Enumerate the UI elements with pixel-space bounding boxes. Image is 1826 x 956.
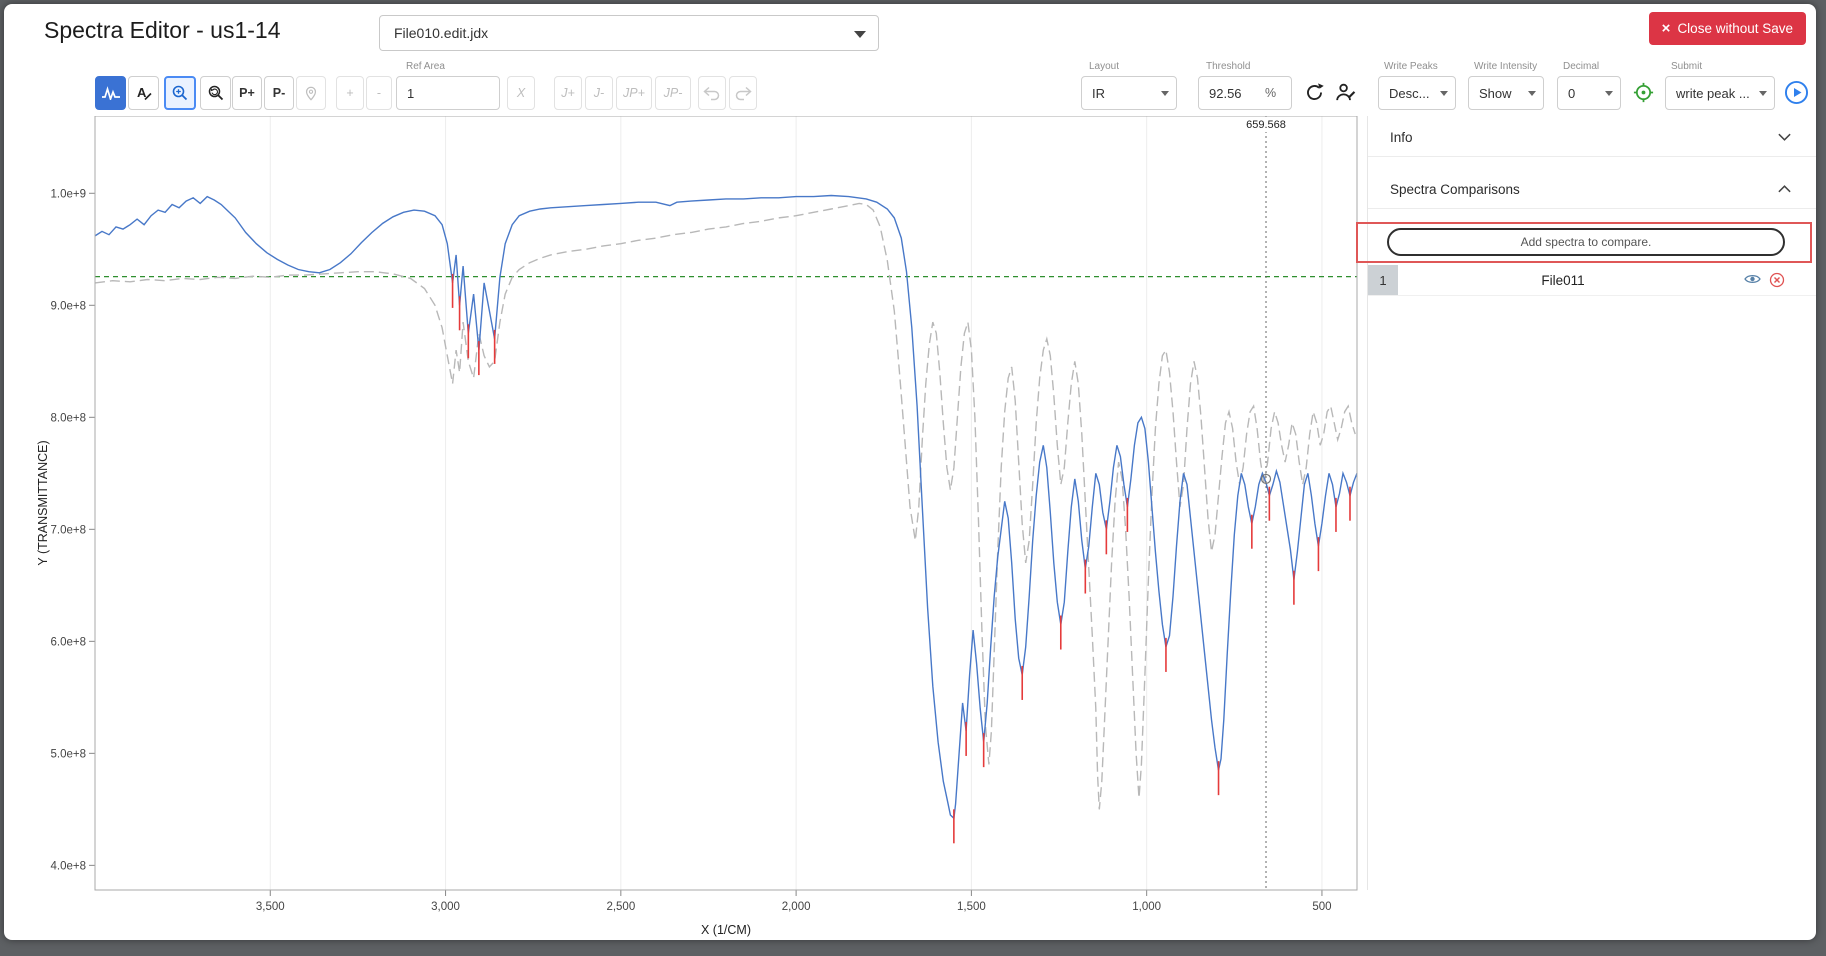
magnifier-reset-icon xyxy=(207,84,225,102)
threshold-label: Threshold xyxy=(1204,61,1252,72)
spectra-editor-window: Spectra Editor - us1-14 File010.edit.jdx… xyxy=(4,4,1816,940)
j-add-button[interactable]: J+ xyxy=(554,76,582,110)
eye-icon xyxy=(1743,272,1762,286)
add-spectra-to-compare-button[interactable]: Add spectra to compare. xyxy=(1387,228,1785,256)
peak-remove-button[interactable]: P- xyxy=(264,76,294,110)
increase-ref-button[interactable]: + xyxy=(336,76,364,110)
remove-comparison-button[interactable] xyxy=(1769,272,1785,291)
undo-icon xyxy=(702,86,722,101)
zoom-tool-button[interactable] xyxy=(164,76,196,110)
write-peaks-select[interactable]: Desc... xyxy=(1378,76,1456,110)
comparison-row-index: 1 xyxy=(1368,265,1398,295)
chevron-down-icon xyxy=(854,31,866,38)
decrease-ref-button[interactable]: - xyxy=(366,76,392,110)
a-pencil-icon: A xyxy=(135,84,153,102)
spectra-chart[interactable]: 3,500 3,000 2,500 2,000 1,500 1,000 500 1.0e+9 9… xyxy=(35,116,1365,940)
refresh-threshold-button[interactable] xyxy=(1304,82,1325,106)
x-function-button[interactable]: X xyxy=(507,76,535,110)
svg-text:5.0e+8: 5.0e+8 xyxy=(51,748,87,760)
user-edit-button[interactable] xyxy=(1334,81,1357,107)
threshold-percent-suffix: % xyxy=(1265,86,1276,100)
decimal-select[interactable]: 0 xyxy=(1557,76,1621,110)
threshold-target-button[interactable] xyxy=(1632,81,1655,107)
chevron-down-icon xyxy=(1759,91,1767,96)
threshold-field: % xyxy=(1198,76,1292,110)
jp-add-button[interactable]: JP+ xyxy=(616,76,652,110)
pin-tool-button[interactable] xyxy=(296,76,326,110)
submit-value: write peak ... xyxy=(1676,86,1750,101)
location-pin-icon xyxy=(303,85,319,102)
jp-remove-button[interactable]: JP- xyxy=(655,76,691,110)
green-crosshair-icon xyxy=(1632,81,1655,104)
chevron-down-icon xyxy=(1161,91,1169,96)
chevron-down-icon xyxy=(1440,91,1448,96)
svg-text:2,000: 2,000 xyxy=(782,901,811,913)
svg-text:1.0e+9: 1.0e+9 xyxy=(51,188,87,200)
file-selector-value: File010.edit.jdx xyxy=(394,25,488,41)
write-peaks-label: Write Peaks xyxy=(1382,61,1440,72)
zoom-reset-button[interactable] xyxy=(200,76,231,110)
layout-select[interactable]: IR xyxy=(1081,76,1177,110)
close-without-save-button[interactable]: × Close without Save xyxy=(1649,12,1806,45)
user-pencil-icon xyxy=(1334,81,1357,104)
spectrum-display-tool-button[interactable] xyxy=(95,76,126,110)
line-chart-icon xyxy=(101,86,121,100)
j-remove-button[interactable]: J- xyxy=(585,76,613,110)
chevron-down-icon xyxy=(1528,91,1536,96)
svg-text:6.0e+8: 6.0e+8 xyxy=(51,636,87,648)
panel-divider xyxy=(1367,116,1368,890)
submit-select[interactable]: write peak ... xyxy=(1665,76,1775,110)
play-circle-icon xyxy=(1784,80,1809,105)
ref-area-label: Ref Area xyxy=(404,61,447,72)
svg-text:1,500: 1,500 xyxy=(957,901,986,913)
comparison-row-name: File011 xyxy=(1398,265,1728,295)
svg-text:3,000: 3,000 xyxy=(431,901,460,913)
x-circle-icon xyxy=(1769,272,1785,288)
layout-select-value: IR xyxy=(1092,86,1105,101)
write-intensity-value: Show xyxy=(1479,86,1512,101)
undo-button[interactable] xyxy=(698,76,726,110)
chevron-down-icon xyxy=(1605,91,1613,96)
write-peaks-value: Desc... xyxy=(1389,86,1429,101)
decimal-label: Decimal xyxy=(1561,61,1601,72)
chevron-up-icon xyxy=(1777,184,1792,194)
file-selector[interactable]: File010.edit.jdx xyxy=(379,15,879,51)
svg-text:8.0e+8: 8.0e+8 xyxy=(51,412,87,424)
svg-text:500: 500 xyxy=(1312,901,1331,913)
comparison-row: 1 File011 xyxy=(1368,265,1816,296)
refresh-icon xyxy=(1304,82,1325,103)
svg-text:659.568: 659.568 xyxy=(1246,119,1286,131)
submit-label: Submit xyxy=(1669,61,1704,72)
write-intensity-select[interactable]: Show xyxy=(1468,76,1544,110)
svg-text:3,500: 3,500 xyxy=(256,901,285,913)
svg-text:4.0e+8: 4.0e+8 xyxy=(51,860,87,872)
auto-peak-picking-tool-button[interactable]: A xyxy=(128,76,159,110)
svg-text:1,000: 1,000 xyxy=(1132,901,1161,913)
svg-text:X (1/CM): X (1/CM) xyxy=(701,923,751,937)
chevron-down-icon xyxy=(1777,132,1792,142)
toggle-visibility-button[interactable] xyxy=(1743,272,1762,289)
spectra-comparisons-accordion-header[interactable]: Spectra Comparisons xyxy=(1368,170,1816,209)
close-icon: × xyxy=(1662,21,1671,36)
svg-text:9.0e+8: 9.0e+8 xyxy=(51,300,87,312)
peak-add-button[interactable]: P+ xyxy=(232,76,262,110)
info-accordion-label: Info xyxy=(1390,130,1413,145)
info-accordion-header[interactable]: Info xyxy=(1368,118,1816,157)
write-intensity-label: Write Intensity xyxy=(1472,61,1539,72)
threshold-input[interactable] xyxy=(1199,86,1261,101)
layout-label: Layout xyxy=(1087,61,1121,72)
magnifier-plus-icon xyxy=(171,84,189,102)
svg-text:Y (TRANSMITTANCE): Y (TRANSMITTANCE) xyxy=(36,440,50,565)
redo-icon xyxy=(733,86,753,101)
svg-text:7.0e+8: 7.0e+8 xyxy=(51,524,87,536)
redo-button[interactable] xyxy=(729,76,757,110)
decimal-value: 0 xyxy=(1568,86,1575,101)
close-button-label: Close without Save xyxy=(1677,21,1793,36)
svg-text:A: A xyxy=(137,85,147,100)
submit-run-button[interactable] xyxy=(1784,80,1809,108)
ref-area-input[interactable] xyxy=(396,76,500,110)
page-title: Spectra Editor - us1-14 xyxy=(44,17,281,44)
spectra-comparisons-label: Spectra Comparisons xyxy=(1390,182,1520,197)
svg-text:2,500: 2,500 xyxy=(606,901,635,913)
